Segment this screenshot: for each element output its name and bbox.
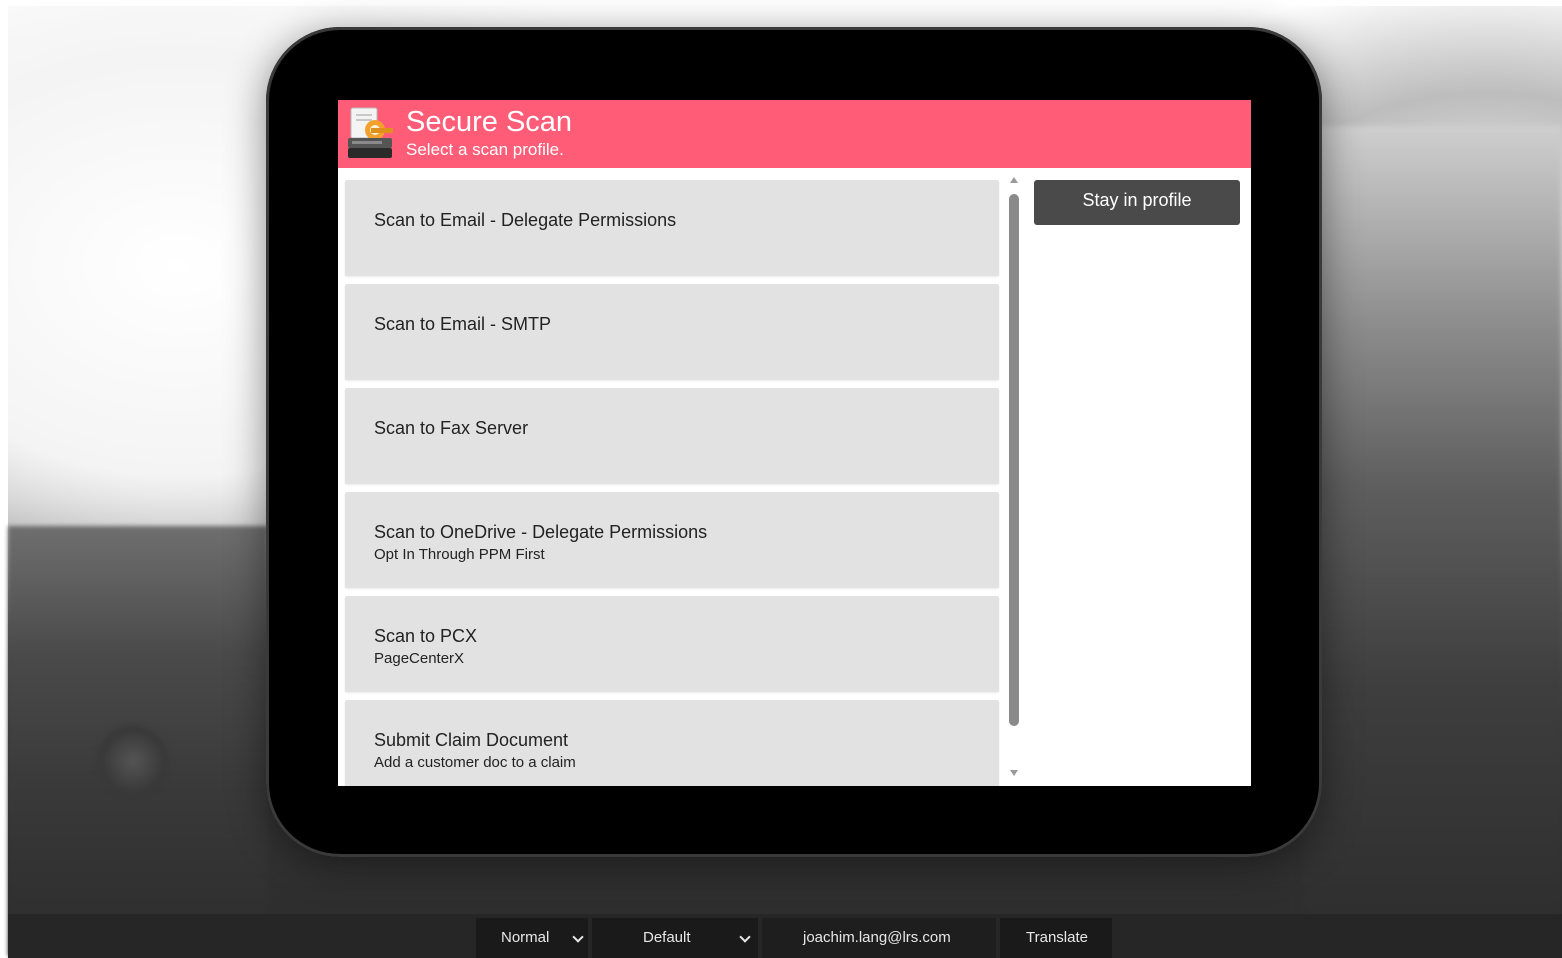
profile-list-scrollbar[interactable]	[1006, 174, 1022, 786]
translate-label: Translate	[1026, 929, 1088, 946]
profile-description: Opt In Through PPM First	[374, 546, 545, 563]
profile-label: Scan to Fax Server	[374, 418, 529, 438]
profile-item[interactable]: Scan to OneDrive - Delegate Permissions …	[345, 492, 999, 588]
profile-description: PageCenterX	[374, 650, 465, 667]
printer-dial	[98, 726, 168, 796]
triangle-down-icon[interactable]	[1010, 770, 1018, 776]
profile-label: Scan to Email - SMTP	[374, 314, 552, 334]
profile-item[interactable]: Scan to Email - Delegate Permissions	[345, 180, 999, 276]
scanner-lock-icon	[348, 107, 393, 158]
triangle-up-icon[interactable]	[1010, 177, 1018, 183]
app-subtitle: Select a scan profile.	[406, 140, 564, 159]
app-header: Secure Scan Select a scan profile.	[338, 100, 1251, 168]
theme-select-value: Default	[643, 929, 691, 946]
app-screen: Secure Scan Select a scan profile. Scan …	[338, 100, 1251, 786]
profile-label: Submit Claim Document	[374, 730, 569, 750]
mode-select-value: Normal	[501, 929, 550, 946]
profile-label: Scan to Email - Delegate Permissions	[374, 210, 677, 230]
chevron-down-icon	[572, 931, 584, 943]
profile-label: Scan to PCX	[374, 626, 478, 646]
stay-in-profile-button[interactable]: Stay in profile	[1034, 180, 1240, 225]
translate-button[interactable]: Translate	[1000, 918, 1112, 958]
printer-body-right	[1302, 126, 1562, 926]
profile-item[interactable]: Scan to PCX PageCenterX	[345, 596, 999, 692]
chevron-down-icon	[739, 931, 751, 943]
profile-item[interactable]: Scan to Email - SMTP	[345, 284, 999, 380]
profile-description: Add a customer doc to a claim	[374, 754, 576, 771]
app-title: Secure Scan	[406, 106, 573, 138]
mode-select[interactable]: Normal	[476, 918, 588, 958]
scrollbar-thumb[interactable]	[1009, 194, 1019, 726]
user-email-display: joachim.lang@lrs.com	[762, 918, 996, 958]
theme-select[interactable]: Default	[592, 918, 758, 958]
profile-item[interactable]: Scan to Fax Server	[345, 388, 999, 484]
profile-label: Scan to OneDrive - Delegate Permissions	[374, 522, 708, 542]
profile-list: Scan to Email - Delegate Permissions Sca…	[338, 168, 1006, 786]
profile-item[interactable]: Submit Claim Document Add a customer doc…	[345, 700, 999, 786]
stay-in-profile-label: Stay in profile	[1082, 190, 1192, 211]
user-email: joachim.lang@lrs.com	[803, 929, 951, 946]
